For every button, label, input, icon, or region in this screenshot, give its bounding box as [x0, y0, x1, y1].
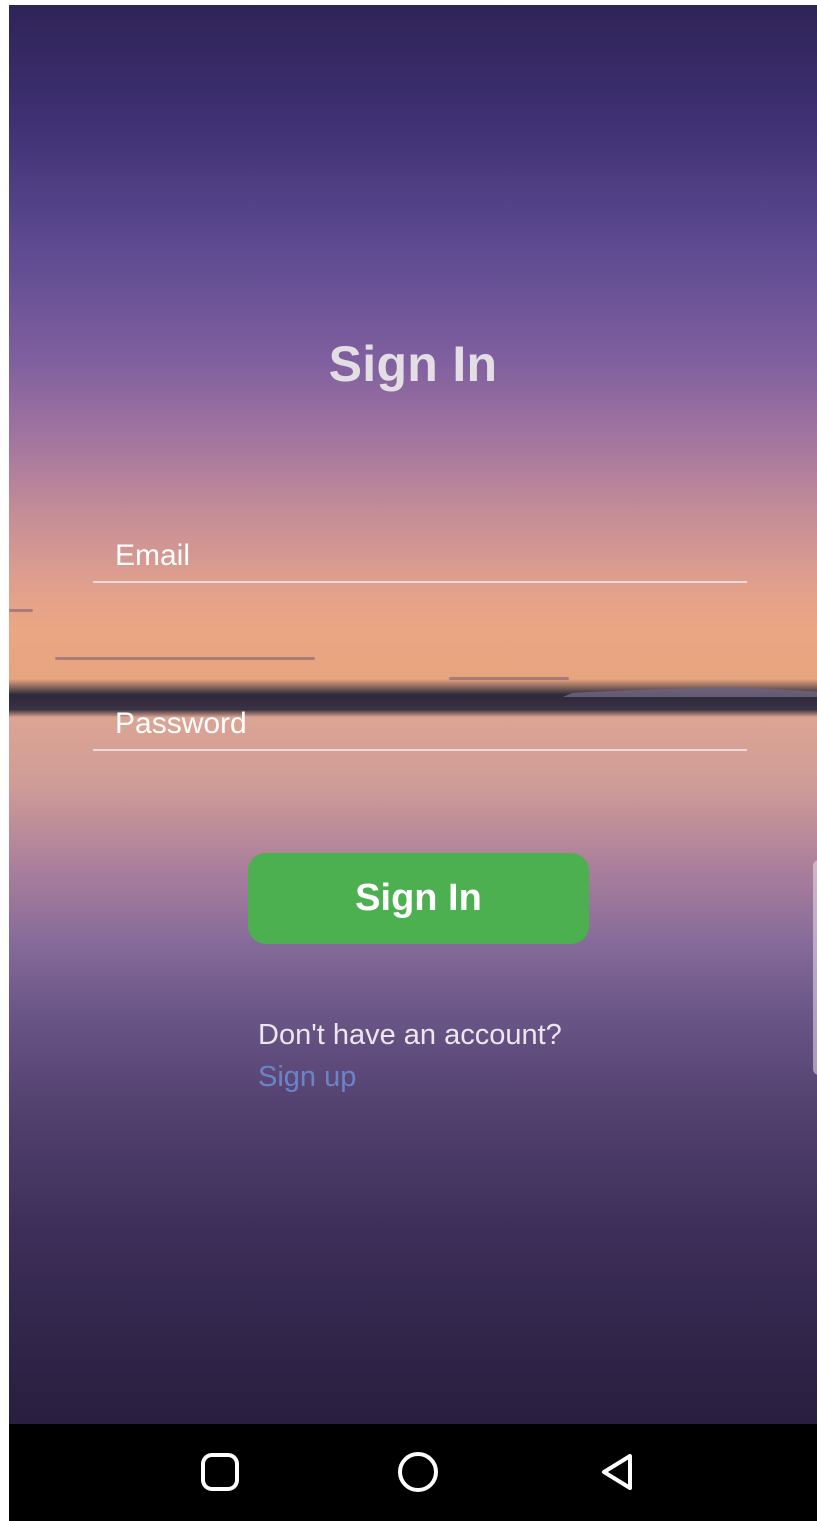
background-cloud	[449, 677, 569, 680]
background-cloud	[55, 657, 315, 660]
recents-square-icon	[201, 1453, 239, 1491]
password-input[interactable]	[115, 707, 735, 741]
recents-button[interactable]	[198, 1450, 242, 1494]
background-cloud	[9, 609, 33, 612]
page-title: Sign In	[328, 336, 498, 392]
edge-panel-handle[interactable]	[813, 860, 817, 1075]
sign-up-link[interactable]: Sign up	[258, 1061, 356, 1094]
home-button[interactable]	[396, 1450, 440, 1494]
home-circle-icon	[398, 1452, 438, 1492]
sign-in-screen: Sign In Sign In Don't have an account? S…	[9, 5, 817, 1424]
email-field[interactable]	[93, 517, 747, 583]
back-button[interactable]	[596, 1450, 640, 1494]
navigation-bar	[9, 1424, 817, 1521]
no-account-text: Don't have an account?	[258, 1019, 562, 1051]
sign-in-button[interactable]: Sign In	[248, 853, 589, 944]
back-triangle-icon	[602, 1454, 632, 1490]
email-input[interactable]	[115, 539, 735, 573]
password-field[interactable]	[93, 685, 747, 751]
